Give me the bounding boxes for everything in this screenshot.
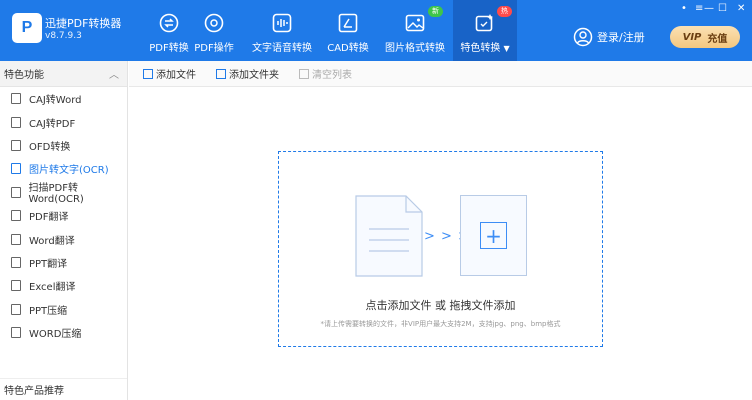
add-file-button[interactable]: 添加文件 bbox=[143, 66, 196, 81]
file-icon bbox=[11, 327, 21, 339]
tab-label: CAD转换 bbox=[327, 43, 369, 54]
tab-text-speech[interactable]: 文字语音转换 bbox=[252, 0, 312, 61]
app-logo: P bbox=[12, 13, 42, 43]
badge-hot: 热 bbox=[497, 6, 512, 17]
tab-pdf-operate[interactable]: PDF操作 bbox=[192, 0, 236, 61]
sidebar-item[interactable]: PPT翻译 bbox=[0, 251, 127, 274]
tab-label: PDF转换 bbox=[149, 43, 189, 54]
tab-label: 特色转换 ▼ bbox=[460, 39, 509, 54]
tab-cad-convert[interactable]: CAD转换 bbox=[327, 0, 369, 61]
sidebar-item-label: WORD压缩 bbox=[29, 329, 82, 341]
file-icon bbox=[11, 210, 21, 222]
app-name: 迅捷PDF转换器 bbox=[45, 17, 122, 30]
file-icon bbox=[11, 233, 21, 245]
sidebar-item[interactable]: 图片转文字(OCR) bbox=[0, 157, 127, 180]
file-icon bbox=[11, 303, 21, 315]
tab-label: PDF操作 bbox=[194, 43, 234, 54]
sidebar-item[interactable]: Excel翻译 bbox=[0, 274, 127, 297]
sparkle-icon bbox=[474, 12, 496, 34]
sidebar-item[interactable]: OFD转换 bbox=[0, 134, 127, 157]
sidebar-item-label: CAJ转Word bbox=[29, 95, 82, 107]
file-icon bbox=[11, 93, 21, 105]
sidebar-item[interactable]: WORD压缩 bbox=[0, 321, 127, 344]
add-file-label: 添加文件 bbox=[156, 70, 196, 81]
collapse-icon[interactable]: ︿ bbox=[109, 66, 119, 81]
tab-label: 文字语音转换 bbox=[252, 43, 312, 54]
badge-new: 新 bbox=[428, 6, 443, 17]
document-icon bbox=[355, 195, 423, 277]
clear-icon bbox=[299, 68, 309, 79]
file-icon bbox=[11, 139, 21, 151]
sidebar-item[interactable]: PPT压缩 bbox=[0, 298, 127, 321]
file-drop-zone[interactable]: > > > + 点击添加文件 或 拖拽文件添加 *请上传需要转换的文件，非VIP… bbox=[278, 151, 603, 347]
vip-recharge-button[interactable]: VIP 充值 bbox=[670, 26, 740, 48]
sidebar-item[interactable]: Word翻译 bbox=[0, 227, 127, 250]
drop-zone-hint: *请上传需要转换的文件，非VIP用户最大支持2M，支持jpg、png、bmp格式 bbox=[320, 320, 561, 328]
file-icon bbox=[11, 256, 21, 268]
file-icon bbox=[11, 280, 21, 292]
file-icon bbox=[11, 116, 21, 128]
file-icon bbox=[11, 186, 21, 198]
audio-wave-icon bbox=[271, 12, 293, 34]
recharge-label: 充值 bbox=[707, 33, 728, 45]
user-icon bbox=[573, 27, 593, 47]
app-version: v8.7.9.3 bbox=[45, 31, 82, 41]
sidebar-item-label: PPT压缩 bbox=[29, 305, 68, 317]
action-toolbar: 添加文件 添加文件夹 清空列表 bbox=[129, 61, 752, 87]
add-file-box[interactable]: + bbox=[460, 195, 527, 276]
image-icon bbox=[404, 12, 426, 34]
add-folder-label: 添加文件夹 bbox=[229, 70, 279, 81]
add-file-icon bbox=[143, 68, 153, 79]
file-icon bbox=[11, 163, 21, 175]
sidebar: 特色功能 ︿ CAJ转Word CAJ转PDF OFD转换图片转文字(OCR) 扫描P… bbox=[0, 61, 128, 400]
sidebar-item-label: Word翻译 bbox=[29, 235, 75, 247]
sidebar-item[interactable]: 扫描PDF转Word(OCR) bbox=[0, 181, 127, 206]
chevron-down-icon: ▼ bbox=[503, 44, 510, 53]
sidebar-item-label: PDF翻译 bbox=[29, 212, 69, 224]
tab-label-text: 特色转换 bbox=[460, 43, 501, 54]
sidebar-item[interactable]: CAJ转PDF bbox=[0, 110, 127, 133]
sidebar-list: CAJ转Word CAJ转PDF OFD转换图片转文字(OCR) 扫描PDF转Word… bbox=[0, 87, 127, 344]
sidebar-item-label: Excel翻译 bbox=[29, 282, 76, 294]
add-folder-button[interactable]: 添加文件夹 bbox=[216, 66, 279, 81]
tools-icon[interactable]: ≡ bbox=[695, 3, 703, 14]
settings-circle-icon bbox=[203, 12, 225, 34]
sidebar-item[interactable]: PDF翻译 bbox=[0, 204, 127, 227]
convert-icon bbox=[158, 12, 180, 34]
minimize-icon[interactable]: — bbox=[704, 3, 714, 14]
menu-icon[interactable]: • bbox=[681, 3, 687, 14]
sidebar-item-label: 图片转文字(OCR) bbox=[29, 165, 109, 177]
drop-zone-title: 点击添加文件 或 拖拽文件添加 bbox=[365, 299, 516, 312]
top-bar: P 迅捷PDF转换器 v8.7.9.3 PDF转换 PDF操作 文字语音转换 C… bbox=[0, 0, 752, 61]
sidebar-header[interactable]: 特色功能 ︿ bbox=[0, 61, 127, 87]
sidebar-item[interactable]: CAJ转Word bbox=[0, 87, 127, 110]
sidebar-item-label: PPT翻译 bbox=[29, 258, 68, 270]
maximize-icon[interactable]: ☐ bbox=[718, 3, 727, 14]
sidebar-item-label: CAJ转PDF bbox=[29, 118, 76, 130]
add-folder-icon bbox=[216, 68, 226, 79]
clear-list-label: 清空列表 bbox=[312, 70, 352, 81]
tab-label: 图片格式转换 bbox=[385, 43, 445, 54]
sidebar-title: 特色功能 bbox=[4, 70, 44, 81]
sidebar-footer[interactable]: 特色产品推荐 bbox=[0, 378, 127, 400]
sidebar-item-label: OFD转换 bbox=[29, 141, 71, 153]
cad-icon bbox=[337, 12, 359, 34]
vip-label: VIP bbox=[682, 31, 702, 43]
plus-icon: + bbox=[480, 222, 507, 249]
login-label: 登录/注册 bbox=[597, 31, 645, 44]
close-icon[interactable]: ✕ bbox=[737, 3, 745, 14]
sidebar-item-label: 扫描PDF转Word(OCR) bbox=[28, 183, 84, 206]
logo-letter: P bbox=[21, 19, 33, 36]
clear-list-button[interactable]: 清空列表 bbox=[299, 66, 352, 81]
login-register-button[interactable]: 登录/注册 bbox=[573, 27, 645, 47]
